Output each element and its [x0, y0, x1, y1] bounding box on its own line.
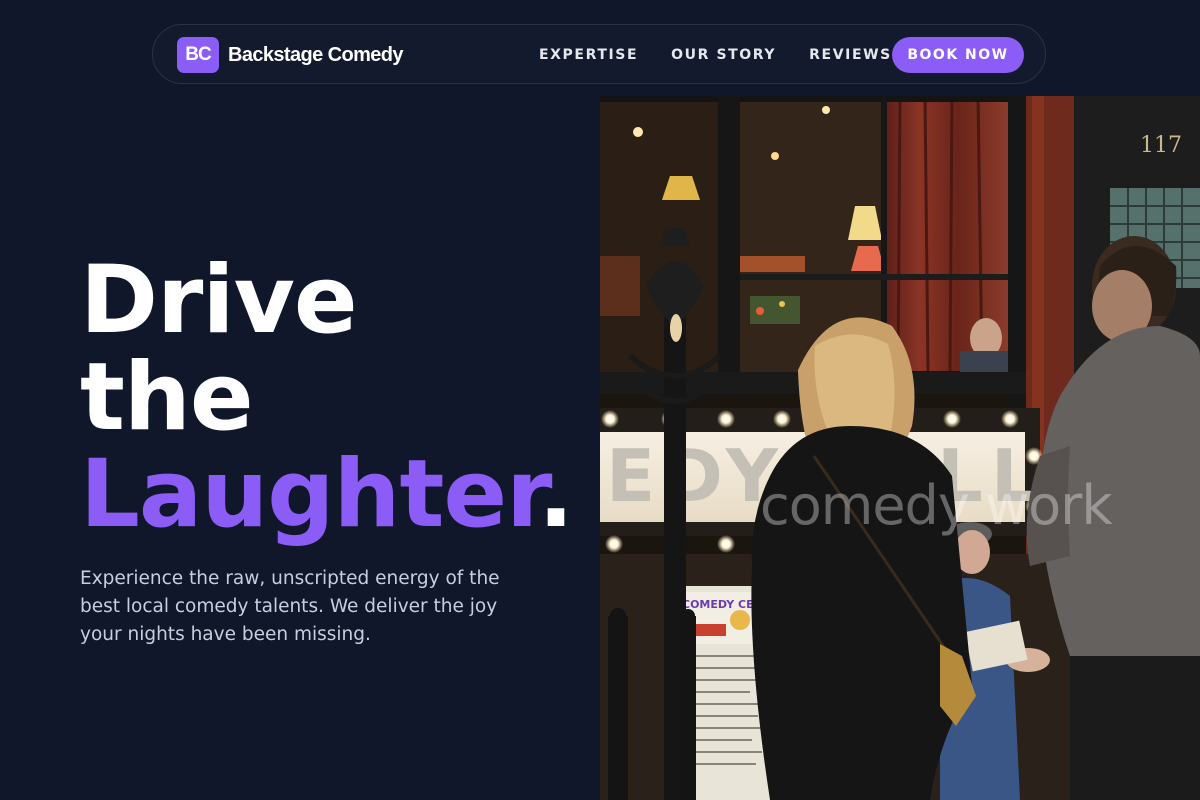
hero-title-line-2: the	[80, 343, 254, 452]
door-number: 117	[1140, 133, 1182, 158]
top-nav: BC Backstage Comedy EXPERTISE OUR STORY …	[152, 24, 1046, 84]
hero-title-accent-word: Laughter	[80, 440, 539, 549]
brand-name[interactable]: Backstage Comedy	[228, 44, 404, 67]
hero-title-line-1: Drive	[80, 246, 358, 355]
brand[interactable]: BC Backstage Comedy	[177, 37, 404, 73]
hero-photo: 117 EDY CELLAR COMEDY CELLAR comedy work	[600, 96, 1200, 800]
book-now-button[interactable]: BOOK NOW	[892, 37, 1024, 73]
hero-title-line-3: Laughter.	[80, 446, 574, 543]
nav-link-reviews[interactable]: REVIEWS	[809, 47, 892, 63]
hero-title: Drive the Laughter.	[80, 246, 574, 543]
nav-links: EXPERTISE OUR STORY REVIEWS	[539, 25, 925, 85]
hero-title-period: .	[538, 440, 574, 549]
hero-subtitle: Experience the raw, unscripted energy of…	[80, 568, 500, 645]
nav-link-expertise[interactable]: EXPERTISE	[539, 47, 638, 63]
nav-link-our-story[interactable]: OUR STORY	[671, 47, 776, 63]
comedy-club-entrance-illustration: 117 EDY CELLAR COMEDY CELLAR	[600, 96, 1200, 800]
logo-icon[interactable]: BC	[177, 37, 219, 73]
photo-watermark: comedy work	[760, 474, 1113, 537]
page: BC Backstage Comedy EXPERTISE OUR STORY …	[0, 0, 1200, 800]
